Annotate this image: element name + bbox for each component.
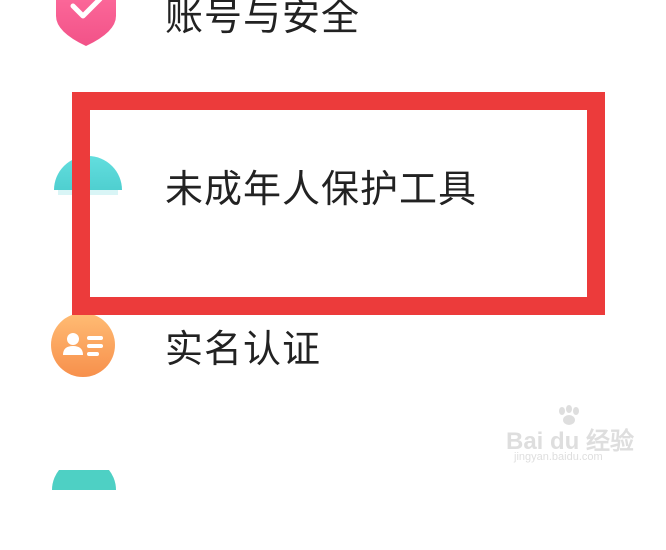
teal-circle-icon (52, 470, 116, 490)
menu-item-label: 实名认证 (165, 327, 322, 371)
menu-item-label: 账号与安全 (165, 0, 361, 39)
menu-item-minor-protection[interactable]: 未成年人保护工具 (0, 148, 666, 228)
menu-item-partial[interactable] (0, 470, 666, 550)
id-card-icon (51, 313, 115, 377)
menu-item-account-security[interactable]: 账号与安全 (0, 0, 666, 60)
baidu-jingyan-watermark: Bai du 经验 jingyan.baidu.com (506, 405, 636, 467)
menu-item-real-name-verification[interactable]: 实名认证 (0, 310, 666, 390)
watermark-url: jingyan.baidu.com (514, 451, 603, 463)
menu-item-label: 未成年人保护工具 (165, 167, 478, 211)
minor-protection-icon (54, 156, 122, 195)
shield-check-icon (56, 0, 116, 46)
